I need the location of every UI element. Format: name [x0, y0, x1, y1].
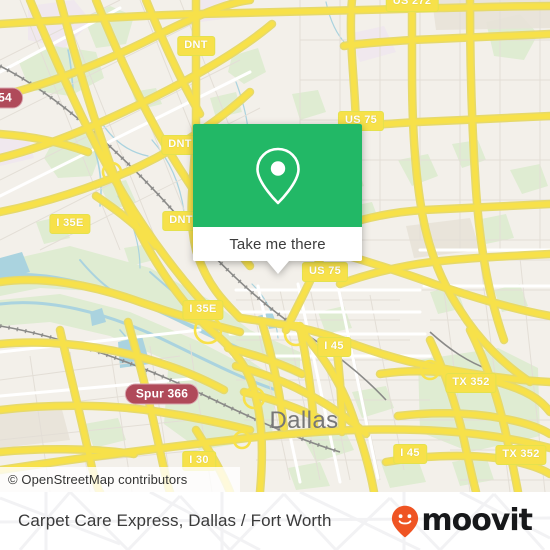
- moovit-logo[interactable]: moovit: [391, 503, 533, 538]
- moovit-smiley-pin-icon: [392, 505, 419, 537]
- location-pin-icon: [255, 147, 300, 204]
- road-shield: US 75: [301, 262, 349, 282]
- moovit-wordmark: moovit: [421, 503, 533, 538]
- callout-pointer-tail: [266, 261, 289, 274]
- place-label: Dallas: [269, 407, 339, 434]
- map-canvas[interactable]: DNT DNT DNT US 272 US 75 US 75 I 35E I 35E I 45 I…: [0, 0, 550, 492]
- road-shield: I 35E: [182, 300, 224, 320]
- osm-attribution[interactable]: © OpenStreetMap contributors: [0, 467, 240, 492]
- place-title: Carpet Care Express, Dallas / Fort Worth: [18, 511, 332, 530]
- road-shield: TX 352: [495, 445, 547, 465]
- callout-body: Take me there: [193, 124, 362, 261]
- callout-image-panel: [193, 124, 362, 227]
- road-shield: I 35E: [49, 214, 91, 234]
- road-shield: DNT: [177, 36, 215, 56]
- road-shield: Spur 366: [124, 383, 200, 405]
- footer-bar: Carpet Care Express, Dallas / Fort Worth…: [0, 492, 550, 550]
- footer-content: Carpet Care Express, Dallas / Fort Worth…: [0, 492, 550, 550]
- destination-callout-card[interactable]: Take me there: [193, 124, 362, 274]
- road-shield: I 45: [317, 337, 351, 357]
- road-shield: 54: [0, 87, 23, 109]
- road-shield: TX 352: [445, 373, 497, 393]
- road-shield: I 45: [393, 444, 427, 464]
- road-shield: US 272: [385, 0, 439, 12]
- take-me-there-button[interactable]: Take me there: [193, 227, 362, 261]
